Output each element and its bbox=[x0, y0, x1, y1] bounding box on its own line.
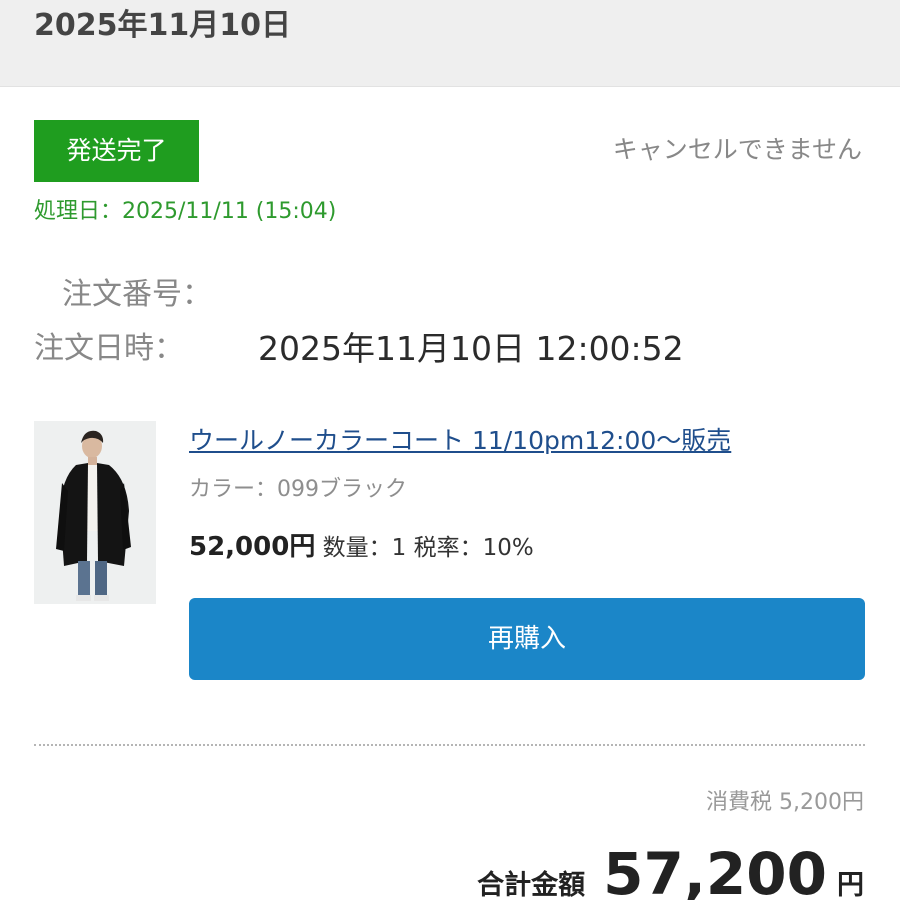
order-datetime-value: 2025年11月10日 12:00:52 bbox=[258, 329, 684, 368]
dotted-divider bbox=[34, 744, 865, 746]
price-quantity-tax-line: 52,000円 数量：1 税率：10% bbox=[189, 528, 534, 569]
quantity-label: 数量： bbox=[322, 535, 392, 561]
processed-date: 処理日：2025/11/11 (15:04) bbox=[34, 196, 336, 228]
quantity-spacer bbox=[315, 535, 322, 561]
rebuy-button[interactable]: 再購入 bbox=[189, 598, 865, 680]
tax-rate-spacer bbox=[406, 535, 413, 561]
product-color-value: 099ブラック bbox=[277, 477, 408, 502]
product-color: カラー：099ブラック bbox=[189, 474, 407, 506]
cancel-unavailable-text: キャンセルできません bbox=[612, 135, 862, 164]
total-amount-line: 合計金額 57,200 円 bbox=[477, 840, 864, 900]
processed-date-value: 2025/11/11 (15:04) bbox=[122, 199, 337, 224]
order-history-page: 2025年11月10日 発送完了 キャンセルできません 処理日：2025/11/… bbox=[0, 0, 900, 900]
product-color-label: カラー： bbox=[189, 477, 278, 502]
order-datetime-label: 注文日時： bbox=[34, 331, 184, 366]
quantity-value: 1 bbox=[391, 535, 407, 561]
processed-date-label: 処理日： bbox=[34, 199, 123, 224]
shipping-status-badge: 発送完了 bbox=[34, 120, 199, 182]
total-amount-unit: 円 bbox=[837, 870, 864, 900]
consumption-tax-label: 消費税 bbox=[706, 790, 773, 815]
order-date-header: 2025年11月10日 bbox=[0, 0, 900, 87]
tax-rate-value: 10% bbox=[482, 535, 534, 561]
coat-model-photo-icon bbox=[34, 421, 156, 604]
total-amount-value: 57,200 bbox=[603, 840, 827, 900]
product-price: 52,000円 bbox=[189, 532, 316, 562]
product-thumbnail[interactable] bbox=[34, 421, 156, 604]
order-number: 注文番号： bbox=[62, 274, 212, 316]
order-number-label: 注文番号： bbox=[62, 277, 212, 312]
consumption-tax: 消費税 5,200円 bbox=[706, 786, 864, 820]
product-title-link[interactable]: ウールノーカラーコート 11/10pm12:00〜販売 bbox=[189, 424, 731, 458]
consumption-tax-value: 5,200円 bbox=[779, 790, 864, 815]
total-amount-label: 合計金額 bbox=[477, 870, 586, 900]
order-date-heading: 2025年11月10日 bbox=[34, 8, 291, 43]
tax-rate-label: 税率： bbox=[413, 535, 483, 561]
